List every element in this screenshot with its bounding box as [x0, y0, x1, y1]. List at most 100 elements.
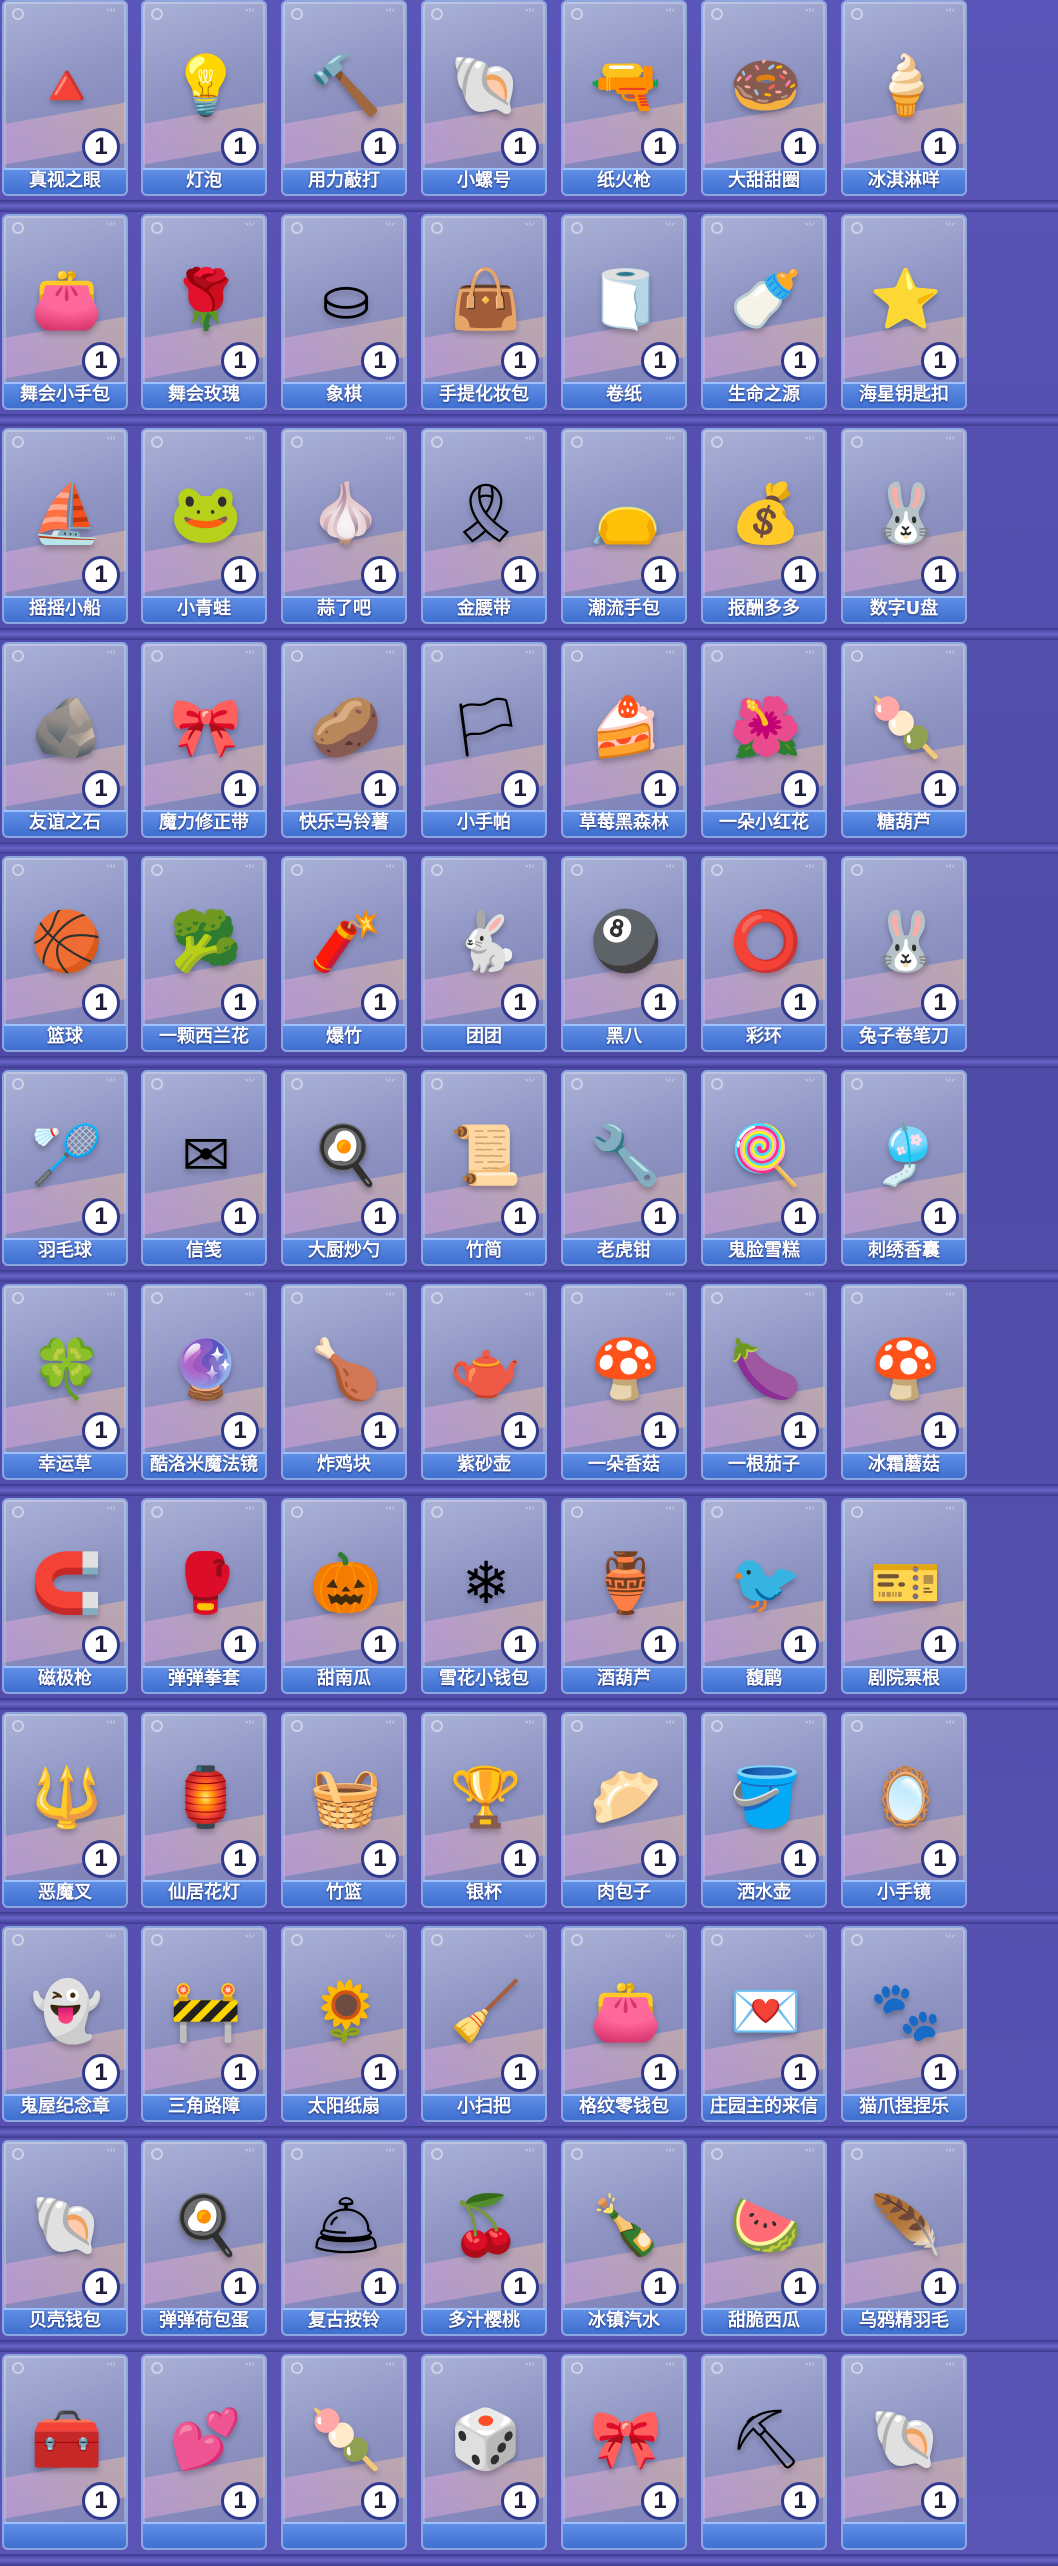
item-card[interactable]: ⺌ 🍭 鬼脸雪糕 1: [701, 1070, 827, 1266]
item-card[interactable]: ⺌ 🧰 1: [2, 2354, 128, 2550]
item-card[interactable]: ⺌ 🛎 复古按铃 1: [281, 2140, 407, 2336]
item-card[interactable]: ⺌ 🍾 冰镇汽水 1: [561, 2140, 687, 2336]
item-card[interactable]: ⺌ 🧻 卷纸 1: [561, 214, 687, 410]
item-card[interactable]: ⺌ 🔫 纸火枪 1: [561, 0, 687, 196]
item-card[interactable]: ⺌ 🍰 草莓黑森林 1: [561, 642, 687, 838]
item-card[interactable]: ⺌ 🧺 竹篮 1: [281, 1712, 407, 1908]
item-card[interactable]: ⺌ 🍀 幸运草 1: [2, 1284, 128, 1480]
item-card[interactable]: ⺌ 🐰 数字U盘 1: [841, 428, 967, 624]
item-card[interactable]: ⺌ 🐰 兔子卷笔刀 1: [841, 856, 967, 1052]
item-card[interactable]: ⺌ 🐸 小青蛙 1: [141, 428, 267, 624]
item-card[interactable]: ⺌ 🫖 紫砂壶 1: [421, 1284, 547, 1480]
item-card[interactable]: ⺌ 🎀 魔力修正带 1: [141, 642, 267, 838]
item-card[interactable]: ⺌ 🍡 1: [281, 2354, 407, 2550]
card-corner-ring-icon: [151, 8, 163, 20]
item-card[interactable]: ⺌ 🐚 小螺号 1: [421, 0, 547, 196]
item-card[interactable]: ⺌ 🎫 剧院票根 1: [841, 1498, 967, 1694]
item-card[interactable]: ⺌ 🔺 真视之眼 1: [2, 0, 128, 196]
item-card[interactable]: ⺌ 📜 竹简 1: [421, 1070, 547, 1266]
item-card[interactable]: ⺌ 🧨 爆竹 1: [281, 856, 407, 1052]
item-card[interactable]: ⺌ 🐾 猫爪捏捏乐 1: [841, 1926, 967, 2122]
item-card[interactable]: ⺌ 💌 庄园主的来信 1: [701, 1926, 827, 2122]
item-card[interactable]: ⺌ 🐚 1: [841, 2354, 967, 2550]
item-count-badge: 1: [221, 2054, 259, 2092]
item-card[interactable]: ⺌ 🐦 馥鹛 1: [701, 1498, 827, 1694]
item-card[interactable]: ⺌ 🏮 仙居花灯 1: [141, 1712, 267, 1908]
item-card[interactable]: ⺌ 🐚 贝壳钱包 1: [2, 2140, 128, 2336]
card-watermark-icon: ⺌: [804, 2361, 816, 2374]
item-card[interactable]: ⺌ 🏀 篮球 1: [2, 856, 128, 1052]
item-card[interactable]: ⺌ 🥔 快乐马铃薯 1: [281, 642, 407, 838]
item-card[interactable]: ⺌ 👛 舞会小手包 1: [2, 214, 128, 410]
item-card[interactable]: ⺌ ❄ 雪花小钱包 1: [421, 1498, 547, 1694]
item-card[interactable]: ⺌ 🍒 多汁樱桃 1: [421, 2140, 547, 2336]
item-card[interactable]: ⺌ 🎗 金腰带 1: [421, 428, 547, 624]
item-card[interactable]: ⺌ 🎀 1: [561, 2354, 687, 2550]
item-card[interactable]: ⺌ 🎃 甜南瓜 1: [281, 1498, 407, 1694]
item-card[interactable]: ⺌ ⭐ 海星钥匙扣 1: [841, 214, 967, 410]
item-card[interactable]: ⺌ ⭕ 彩环 1: [701, 856, 827, 1052]
rose-icon: 🌹: [169, 265, 243, 333]
item-card[interactable]: ⺌ 🌹 舞会玫瑰 1: [141, 214, 267, 410]
item-card[interactable]: ⺌ 💕 1: [141, 2354, 267, 2550]
item-card[interactable]: ⺌ 🍗 炸鸡块 1: [281, 1284, 407, 1480]
item-card[interactable]: ⺌ 🍄 一朵香菇 1: [561, 1284, 687, 1480]
card-watermark-icon: ⺌: [244, 2361, 256, 2374]
item-card[interactable]: ⺌ ⛏ 1: [701, 2354, 827, 2550]
item-card[interactable]: ⺌ 🪶 乌鸦精羽毛 1: [841, 2140, 967, 2336]
item-name: 洒水壶: [737, 1882, 791, 1903]
item-card[interactable]: ⺌ 🧄 蒜了吧 1: [281, 428, 407, 624]
card-watermark-icon: ⺌: [944, 863, 956, 876]
item-card[interactable]: ⺌ 👝 潮流手包 1: [561, 428, 687, 624]
item-card[interactable]: ⺌ 🏺 酒葫芦 1: [561, 1498, 687, 1694]
item-card[interactable]: ⺌ 🎐 刺绣香囊 1: [841, 1070, 967, 1266]
card-corner-ring-icon: [431, 8, 443, 20]
item-card[interactable]: ⺌ 🍦 冰淇淋咩 1: [841, 0, 967, 196]
item-card[interactable]: ⺌ 🏳 小手帕 1: [421, 642, 547, 838]
item-card[interactable]: ⺌ 🧹 小扫把 1: [421, 1926, 547, 2122]
item-card[interactable]: ⺌ 🌻 太阳纸扇 1: [281, 1926, 407, 2122]
item-card[interactable]: ⺌ 🪣 洒水壶 1: [701, 1712, 827, 1908]
item-card[interactable]: ⺌ 💡 灯泡 1: [141, 0, 267, 196]
item-card[interactable]: ⺌ ✉ 信笺 1: [141, 1070, 267, 1266]
item-card[interactable]: ⺌ 🥟 肉包子 1: [561, 1712, 687, 1908]
item-card[interactable]: ⺌ 🐇 团团 1: [421, 856, 547, 1052]
item-card[interactable]: ⺌ 💰 报酬多多 1: [701, 428, 827, 624]
item-card[interactable]: ⺌ 🍄 冰霜蘑菇 1: [841, 1284, 967, 1480]
item-card[interactable]: ⺌ 🪞 小手镜 1: [841, 1712, 967, 1908]
item-card[interactable]: ⺌ 🔱 恶魔叉 1: [2, 1712, 128, 1908]
item-card[interactable]: ⺌ 👛 格纹零钱包 1: [561, 1926, 687, 2122]
card-corner-ring-icon: [571, 222, 583, 234]
item-card[interactable]: ⺌ 🍆 一根茄子 1: [701, 1284, 827, 1480]
item-card[interactable]: ⺌ 🥦 一颗西兰花 1: [141, 856, 267, 1052]
item-card[interactable]: ⺌ 🎱 黑八 1: [561, 856, 687, 1052]
pumpkin-icon: 🎃: [309, 1549, 383, 1617]
card-watermark-icon: ⺌: [804, 2147, 816, 2160]
item-card[interactable]: ⺌ 🍳 大厨炒勺 1: [281, 1070, 407, 1266]
item-card[interactable]: ⺌ 🚧 三角路障 1: [141, 1926, 267, 2122]
item-card[interactable]: ⺌ 👻 鬼屋纪念章 1: [2, 1926, 128, 2122]
item-card[interactable]: ⺌ ⛀ 象棋 1: [281, 214, 407, 410]
item-card[interactable]: ⺌ 🥊 弹弹拳套 1: [141, 1498, 267, 1694]
item-card[interactable]: ⺌ 🔮 酷洛米魔法镜 1: [141, 1284, 267, 1480]
item-card[interactable]: ⺌ 🔨 用力敲打 1: [281, 0, 407, 196]
item-card[interactable]: ⺌ 🧲 磁极枪 1: [2, 1498, 128, 1694]
item-card[interactable]: ⺌ 🎲 1: [421, 2354, 547, 2550]
item-count-badge: 1: [221, 128, 259, 166]
fried-egg-icon: 🍳: [169, 2191, 243, 2259]
item-card[interactable]: ⺌ 🍩 大甜甜圈 1: [701, 0, 827, 196]
item-card[interactable]: ⺌ 🏸 羽毛球 1: [2, 1070, 128, 1266]
item-card[interactable]: ⺌ 🏆 银杯 1: [421, 1712, 547, 1908]
card-corner-ring-icon: [711, 1720, 723, 1732]
item-card[interactable]: ⺌ 🍉 甜脆西瓜 1: [701, 2140, 827, 2336]
item-card[interactable]: ⺌ 🌺 一朵小红花 1: [701, 642, 827, 838]
item-count-badge: 1: [361, 2054, 399, 2092]
item-card[interactable]: ⺌ 🔧 老虎钳 1: [561, 1070, 687, 1266]
card-corner-ring-icon: [12, 1292, 24, 1304]
item-card[interactable]: ⺌ ⛵ 摇摇小船 1: [2, 428, 128, 624]
item-card[interactable]: ⺌ 🪨 友谊之石 1: [2, 642, 128, 838]
item-card[interactable]: ⺌ 🍳 弹弹荷包蛋 1: [141, 2140, 267, 2336]
item-card[interactable]: ⺌ 🍡 糖葫芦 1: [841, 642, 967, 838]
item-card[interactable]: ⺌ 👜 手提化妆包 1: [421, 214, 547, 410]
item-card[interactable]: ⺌ 🍼 生命之源 1: [701, 214, 827, 410]
